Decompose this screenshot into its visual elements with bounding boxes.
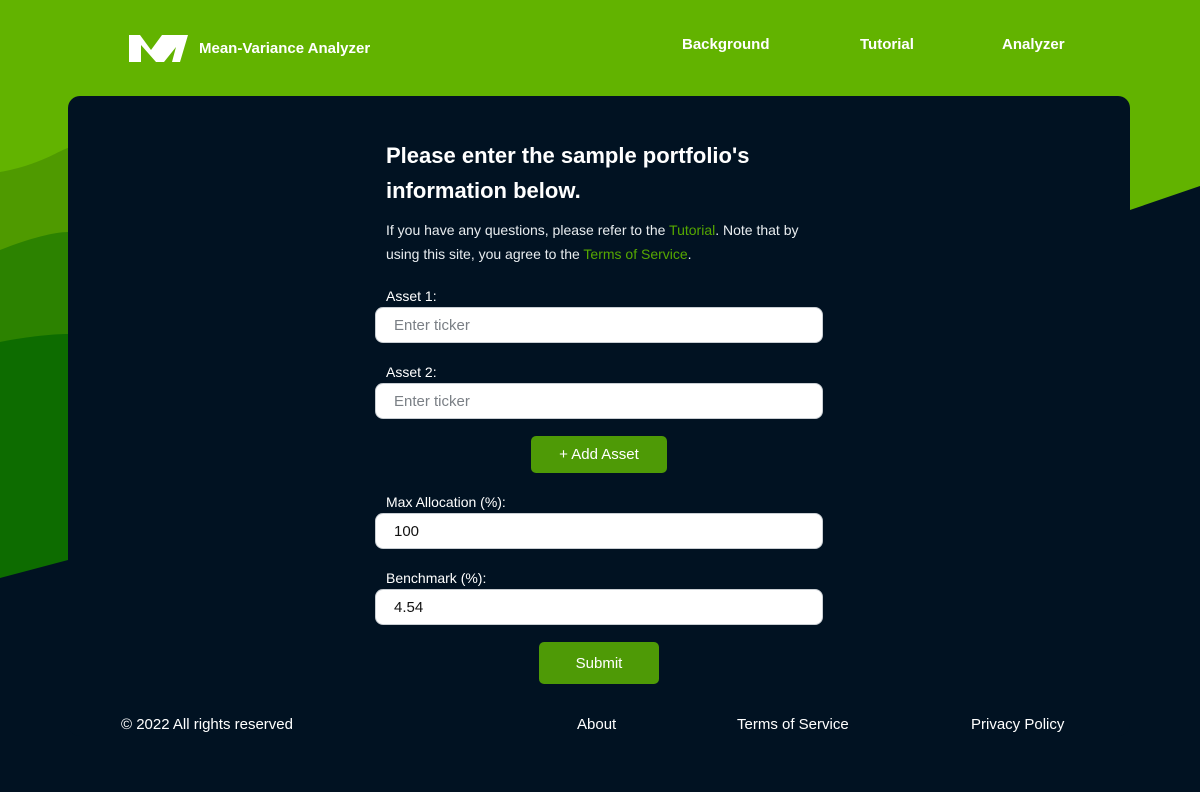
asset-2-group: Asset 2: — [375, 364, 823, 419]
benchmark-label: Benchmark (%): — [386, 570, 487, 586]
site-header: Mean-Variance Analyzer Background Tutori… — [0, 0, 1200, 90]
tutorial-link[interactable]: Tutorial — [669, 222, 715, 238]
terms-of-service-link[interactable]: Terms of Service — [583, 246, 687, 262]
asset-1-group: Asset 1: — [375, 288, 823, 343]
form-title: Please enter the sample portfolio's info… — [386, 143, 750, 203]
portfolio-form: Please enter the sample portfolio's info… — [375, 138, 823, 684]
intro-text-1: If you have any questions, please refer … — [386, 222, 670, 238]
app-name: Mean-Variance Analyzer — [199, 39, 371, 57]
nav-background-link[interactable]: Background — [682, 36, 770, 53]
nav-analyzer-link[interactable]: Analyzer — [1002, 36, 1065, 53]
max-allocation-group: Max Allocation (%): — [375, 494, 823, 549]
intro-text-3: . — [687, 246, 692, 262]
copyright-text: © 2022 All rights reserved — [121, 716, 293, 733]
asset-2-label: Asset 2: — [386, 364, 437, 380]
footer-privacy-link[interactable]: Privacy Policy — [971, 716, 1064, 733]
site-footer: © 2022 All rights reserved About Terms o… — [0, 712, 1200, 742]
footer-about-link[interactable]: About — [577, 716, 616, 733]
max-allocation-label: Max Allocation (%): — [386, 494, 506, 510]
nav-tutorial-link[interactable]: Tutorial — [860, 36, 914, 53]
asset-1-input[interactable] — [375, 307, 823, 343]
benchmark-group: Benchmark (%): — [375, 570, 823, 625]
asset-1-label: Asset 1: — [386, 288, 437, 304]
benchmark-input[interactable] — [375, 589, 823, 625]
max-allocation-input[interactable] — [375, 513, 823, 549]
add-asset-button[interactable]: + Add Asset — [531, 436, 667, 473]
footer-terms-link[interactable]: Terms of Service — [737, 716, 849, 733]
home-logo-link[interactable]: Mean-Variance Analyzer — [128, 33, 370, 63]
form-intro: If you have any questions, please refer … — [386, 218, 806, 266]
mv-logo-icon — [129, 35, 188, 62]
submit-button[interactable]: Submit — [539, 642, 659, 684]
asset-2-input[interactable] — [375, 383, 823, 419]
